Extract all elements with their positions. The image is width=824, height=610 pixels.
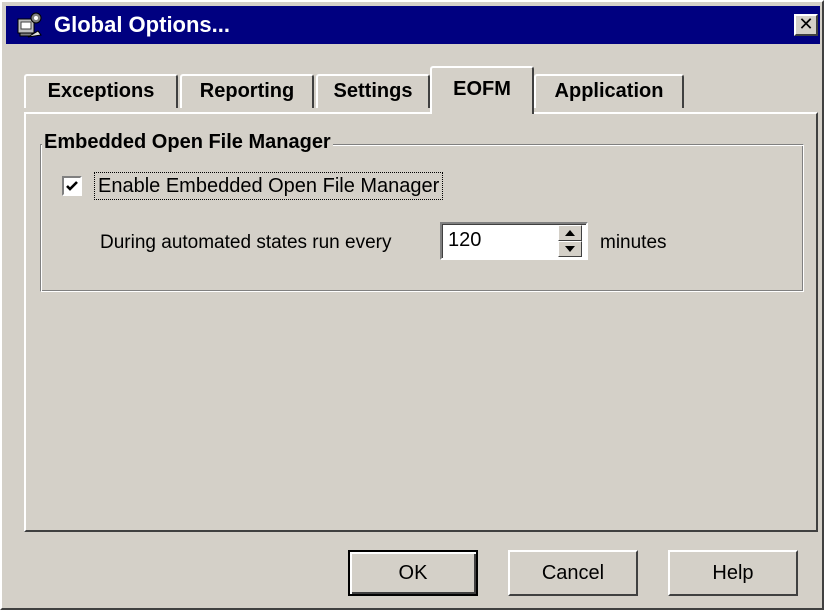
spin-down-button[interactable] — [558, 241, 582, 257]
help-button[interactable]: Help — [668, 550, 798, 596]
computer-settings-icon — [16, 11, 44, 39]
cancel-label: Cancel — [541, 562, 605, 584]
interval-suffix-label: minutes — [600, 232, 667, 253]
tab-settings[interactable]: Settings — [316, 74, 430, 108]
arrow-up-icon — [565, 230, 575, 236]
tab-exceptions[interactable]: Exceptions — [24, 74, 178, 108]
interval-prefix-label: During automated states run every — [100, 232, 392, 253]
eofm-groupbox — [40, 144, 804, 292]
close-icon: ✕ — [798, 14, 814, 35]
interval-value[interactable]: 120 — [448, 228, 481, 252]
help-label: Help — [712, 562, 754, 584]
groupbox-label: Embedded Open File Manager — [42, 130, 333, 154]
tab-label: Reporting — [199, 80, 295, 102]
tab-reporting[interactable]: Reporting — [180, 74, 314, 108]
global-options-dialog: Global Options... ✕ Exceptions Reporting… — [0, 0, 824, 610]
tab-label: EOFM — [453, 78, 511, 100]
ok-button[interactable]: OK — [348, 550, 478, 596]
enable-eofm-checkbox[interactable] — [62, 176, 82, 196]
tab-application[interactable]: Application — [534, 74, 684, 108]
title-bar[interactable]: Global Options... ✕ — [6, 6, 820, 44]
checkmark-icon — [66, 181, 78, 191]
ok-label: OK — [398, 562, 428, 584]
close-button[interactable]: ✕ — [794, 14, 818, 36]
tab-label: Settings — [333, 80, 413, 102]
tab-label: Application — [554, 80, 664, 102]
arrow-down-icon — [565, 246, 575, 252]
spin-up-button[interactable] — [558, 225, 582, 241]
tab-eofm[interactable]: EOFM — [430, 66, 534, 114]
cancel-button[interactable]: Cancel — [508, 550, 638, 596]
enable-eofm-label[interactable]: Enable Embedded Open File Manager — [94, 172, 444, 200]
window-title: Global Options... — [54, 12, 230, 37]
interval-spinbox[interactable]: 120 — [440, 222, 588, 260]
tab-label: Exceptions — [47, 80, 155, 102]
